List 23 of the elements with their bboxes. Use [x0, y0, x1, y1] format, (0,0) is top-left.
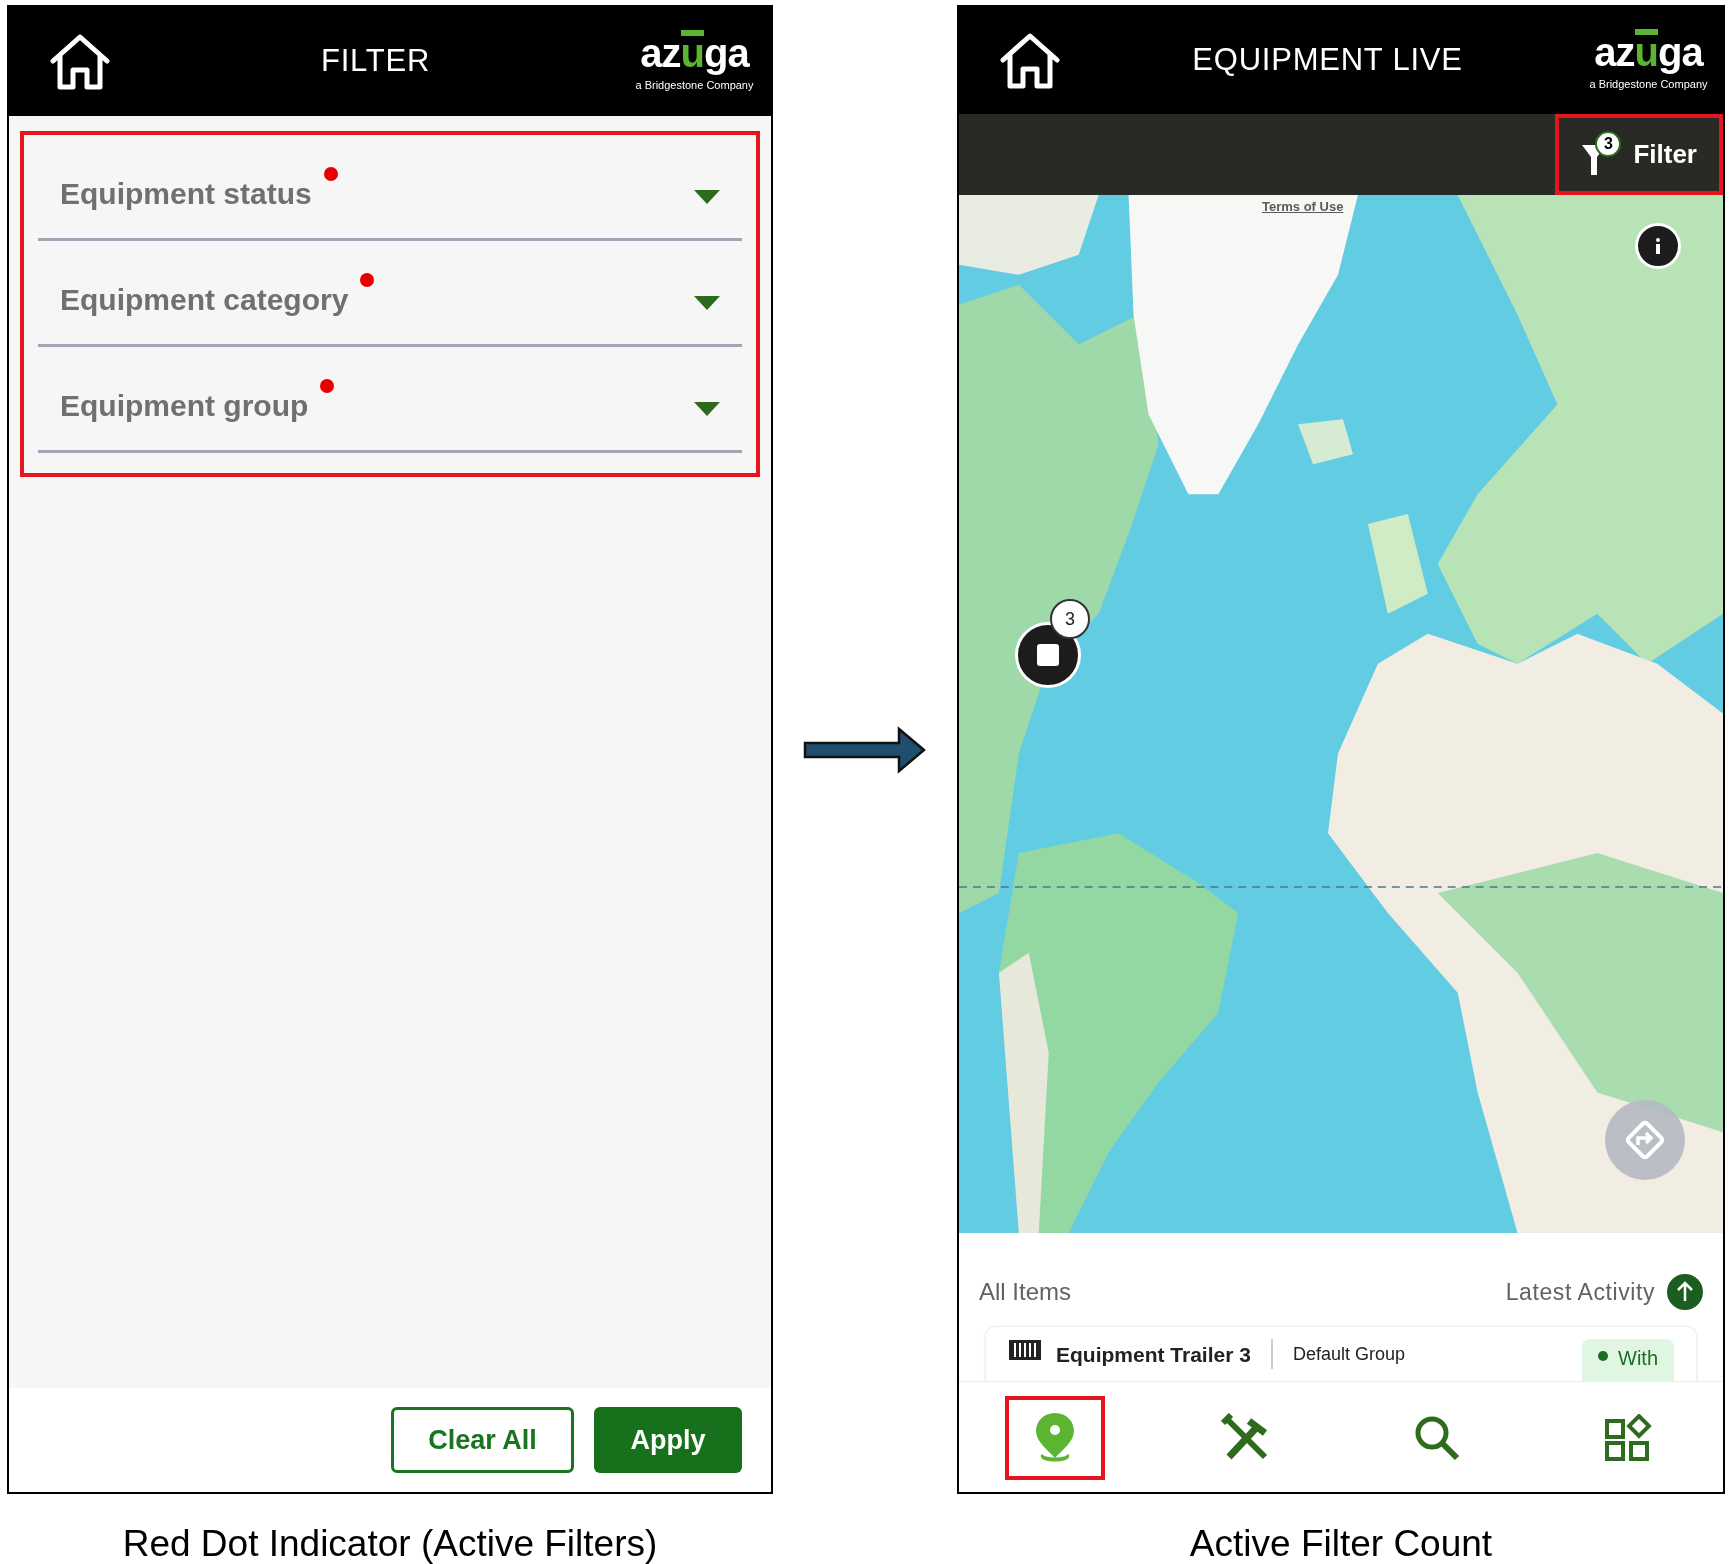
dropdown-field[interactable]: Equipment group [38, 347, 742, 453]
item-name: Equipment Trailer 3 [1056, 1342, 1251, 1368]
logo-wordmark: azuga [640, 29, 749, 73]
logo-tagline: a Bridgestone Company [635, 77, 754, 93]
field-label: Equipment group [60, 388, 309, 424]
logo-wordmark: azuga [1594, 28, 1703, 72]
field-label: Equipment category [60, 282, 349, 318]
figure-caption: Active Filter Count [1189, 1522, 1493, 1564]
logo-tagline: a Bridgestone Company [1589, 76, 1708, 92]
apply-button[interactable]: Apply [594, 1407, 742, 1473]
terms-link[interactable]: Terms of Use [1262, 197, 1344, 217]
clear-all-button[interactable]: Clear All [391, 1407, 574, 1473]
count-badge: 3 [1595, 130, 1622, 157]
sort-label: Latest Activity [1505, 1277, 1655, 1307]
list-title: All Items [979, 1277, 1071, 1307]
figure-caption: Red Dot Indicator (Active Filters) [122, 1522, 658, 1564]
dropdown-field[interactable]: Equipment status [38, 135, 742, 241]
screen-title: EQUIPMENT LIVE [1192, 41, 1463, 80]
status-badge: With [1582, 1339, 1674, 1381]
dropdown-field[interactable]: Equipment category [38, 241, 742, 347]
item-group: Default Group [1292, 1339, 1568, 1368]
screen-title: FILTER [320, 42, 431, 81]
field-label: Equipment status [60, 176, 312, 212]
